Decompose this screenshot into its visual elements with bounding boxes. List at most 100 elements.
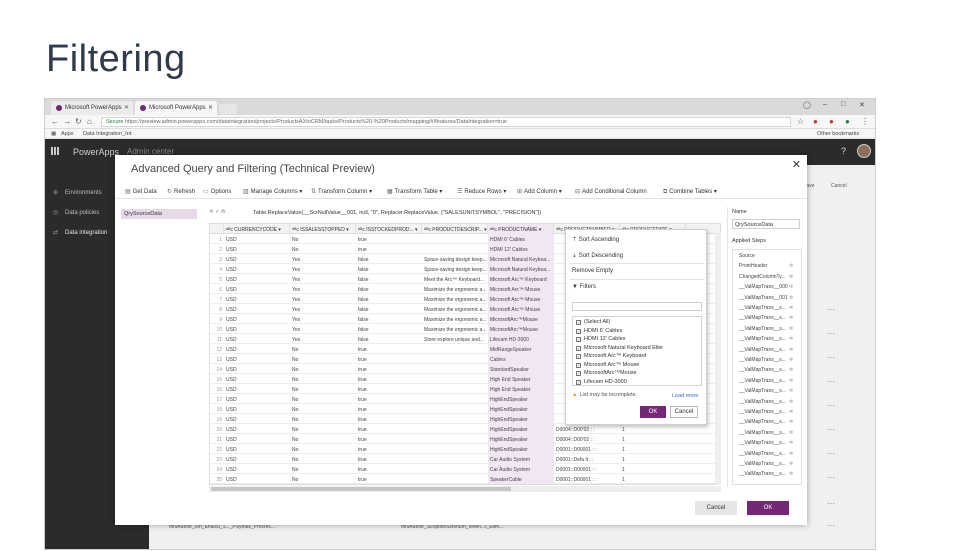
extension-icon[interactable]: ● xyxy=(813,117,818,126)
step-settings-icon[interactable]: ✲ xyxy=(789,471,793,477)
column-menu-icon[interactable]: ▾ xyxy=(345,227,349,233)
cancel-button[interactable]: Cancel xyxy=(695,501,737,515)
applied-step[interactable]: __ValMapTrans__s... ✲ xyxy=(739,347,799,353)
transform-table-button[interactable]: ▦ Transform Table ▾ xyxy=(387,188,442,195)
reduce-rows-button[interactable]: ☰ Reduce Rows ▾ xyxy=(457,188,506,195)
sort-ascending-item[interactable]: ⇡ Sort Ascending xyxy=(572,236,619,243)
applied-step[interactable]: __ValMapTrans__s... ✲ xyxy=(739,399,799,405)
checkbox-icon[interactable]: ✓ xyxy=(576,371,581,376)
nav-item-environments[interactable]: ⊕ Environments xyxy=(53,189,102,196)
close-window-icon[interactable]: ✕ xyxy=(859,101,865,109)
options-button[interactable]: ▭ Options xyxy=(203,188,231,195)
more-icon[interactable]: ··· xyxy=(827,329,835,338)
step-settings-icon[interactable]: ✲ xyxy=(789,440,793,446)
applied-step[interactable]: __ValMapTrans__001 ✲ xyxy=(739,295,799,301)
table-row[interactable]: 21 USD No true HighEndSpeaker D0004::D00'02 :… xyxy=(210,434,720,444)
applied-step[interactable]: __ValMapTrans__s... ✲ xyxy=(739,326,799,332)
load-more-link[interactable]: Load more xyxy=(672,393,698,399)
applied-step[interactable]: __ValMapTrans__s... ✲ xyxy=(739,305,799,311)
new-tab-button[interactable] xyxy=(219,104,237,114)
sort-descending-item[interactable]: ⇣ Sort Descending xyxy=(572,252,623,259)
step-settings-icon[interactable]: ✲ xyxy=(789,336,793,342)
more-icon[interactable]: ··· xyxy=(827,377,835,386)
applied-step[interactable]: __ValMapTrans__s... ✲ xyxy=(739,430,799,436)
column-header[interactable]: ᴬᴮc PRODUCTNAME ▾ xyxy=(488,224,554,234)
filter-option[interactable]: ✓ Lifecam HD-3000 xyxy=(576,379,627,385)
home-icon[interactable]: ⌂ xyxy=(87,117,92,126)
reload-icon[interactable]: ↻ xyxy=(75,117,82,126)
applied-step[interactable]: __ValMapTrans__s... ✲ xyxy=(739,336,799,342)
filter-cancel-button[interactable]: Cancel xyxy=(670,406,698,418)
checkbox-icon[interactable]: ✓ xyxy=(576,379,581,385)
help-icon[interactable]: ? xyxy=(841,146,846,156)
formula-input[interactable]: Table.ReplaceValue(__ScrNullValue__001, … xyxy=(253,210,541,216)
applied-step[interactable]: __ValMapTrans__s... ✲ xyxy=(739,367,799,373)
step-settings-icon[interactable]: ✲ xyxy=(789,295,793,301)
applied-step[interactable]: __ValMapTrans__s... ✲ xyxy=(739,471,799,477)
column-menu-icon[interactable]: ▾ xyxy=(537,227,542,233)
manage-columns-button[interactable]: ▥ Manage Columns ▾ xyxy=(243,188,302,195)
column-header[interactable]: ᴬᴮc ISSALESSTOPPED ▾ xyxy=(290,224,356,234)
more-icon[interactable]: ··· xyxy=(827,473,835,482)
applied-step[interactable]: __ValMapTrans__s... ✲ xyxy=(739,409,799,415)
close-tab-icon[interactable]: ✕ xyxy=(124,104,129,111)
filter-option[interactable]: ✓ Microsoft Arc™ Keyboard xyxy=(576,353,646,359)
menu-icon[interactable]: ⋮ xyxy=(861,117,869,126)
step-settings-icon[interactable]: ✲ xyxy=(789,430,793,436)
filters-item[interactable]: ▼ Filters xyxy=(572,284,596,290)
applied-step[interactable]: __ValMapTrans__s... ✲ xyxy=(739,378,799,384)
applied-step[interactable]: __ValMapTrans__s... ✲ xyxy=(739,315,799,321)
add-conditional-column-button[interactable]: ⊟ Add Conditional Column xyxy=(575,188,647,195)
bookmark-apps[interactable]: Apps xyxy=(61,131,74,137)
applied-step[interactable]: __ValMapTrans__s... ✲ xyxy=(739,388,799,394)
back-icon[interactable]: ← xyxy=(51,117,59,126)
step-settings-icon[interactable]: ✲ xyxy=(789,357,793,363)
apps-grid-icon[interactable]: ▦ xyxy=(51,131,56,137)
refresh-button[interactable]: ↻ Refresh xyxy=(167,188,195,195)
formula-controls[interactable]: ✕ ✓ fx xyxy=(209,209,226,215)
step-settings-icon[interactable]: ✲ xyxy=(789,409,793,415)
checkbox-icon[interactable]: ✓ xyxy=(576,345,581,351)
checkbox-icon[interactable]: ✓ xyxy=(576,362,581,368)
checkbox-icon[interactable]: ✓ xyxy=(576,337,581,342)
forward-icon[interactable]: → xyxy=(63,117,71,126)
step-settings-icon[interactable]: ✲ xyxy=(789,284,793,290)
filter-option[interactable]: ✓ Microsoft Arc™ Mouse xyxy=(576,362,639,368)
table-row[interactable]: 23 USD No true Car Audio System D0001::Defa l… xyxy=(210,454,720,464)
step-settings-icon[interactable]: ✲ xyxy=(789,347,793,353)
step-settings-icon[interactable]: ✲ xyxy=(789,378,793,384)
filter-search-input[interactable] xyxy=(572,302,702,311)
table-row[interactable]: 20 USD No true HighEndSpeaker D0004::D00'02 :… xyxy=(210,424,720,434)
maximize-icon[interactable]: □ xyxy=(841,101,845,108)
applied-step[interactable]: __ValMapTrans__s... ✲ xyxy=(739,440,799,446)
checkbox-icon[interactable]: ✓ xyxy=(576,328,581,334)
step-settings-icon[interactable]: ✲ xyxy=(789,305,793,311)
combine-tables-button[interactable]: ⧉ Combine Tables ▾ xyxy=(663,188,717,196)
url-input[interactable]: Secure https://preview.admin.powerapps.c… xyxy=(101,117,791,127)
column-menu-icon[interactable]: ▾ xyxy=(483,227,487,233)
minimize-icon[interactable]: – xyxy=(823,101,827,108)
more-icon[interactable]: ··· xyxy=(827,425,835,434)
filter-option[interactable]: ✓ Microsoft Natural Keyboard Elite xyxy=(576,345,663,351)
applied-step[interactable]: __ValMapTrans__000 ✲ xyxy=(739,284,799,290)
add-column-button[interactable]: ⊞ Add Column ▾ xyxy=(517,188,562,195)
table-row[interactable]: 24 USD No true Car Audio System D0001::D00001… xyxy=(210,464,720,474)
close-icon[interactable]: ✕ xyxy=(792,158,801,171)
query-item[interactable]: QrySourceData xyxy=(121,209,197,219)
step-settings-icon[interactable]: ✲ xyxy=(789,326,793,332)
step-settings-icon[interactable]: ✲ xyxy=(789,263,793,269)
more-icon[interactable]: ··· xyxy=(827,353,835,362)
filter-option[interactable]: ✓ MicrosoftArc™Mouse xyxy=(576,370,637,376)
get-data-button[interactable]: ▤ Get Data xyxy=(125,188,157,195)
applied-step[interactable]: __ValMapTrans__s... ✲ xyxy=(739,451,799,457)
applied-step[interactable]: PromHeader ✲ xyxy=(739,263,799,269)
transform-column-button[interactable]: ⇅ Transform Column ▾ xyxy=(311,188,372,195)
applied-step[interactable]: __ValMapTrans__s... ✲ xyxy=(739,419,799,425)
nav-item-data-policies[interactable]: ◎ Data policies xyxy=(53,209,99,216)
browser-tab-1[interactable]: Microsoft PowerApps ✕ xyxy=(51,101,133,115)
filter-option[interactable]: ✓ HDMI 12' Cables xyxy=(576,336,625,342)
profile-icon[interactable]: ◯ xyxy=(803,101,811,109)
filter-ok-button[interactable]: OK xyxy=(640,406,666,418)
star-icon[interactable]: ☆ xyxy=(797,117,804,126)
checkbox-icon[interactable]: ✓ xyxy=(576,320,581,325)
